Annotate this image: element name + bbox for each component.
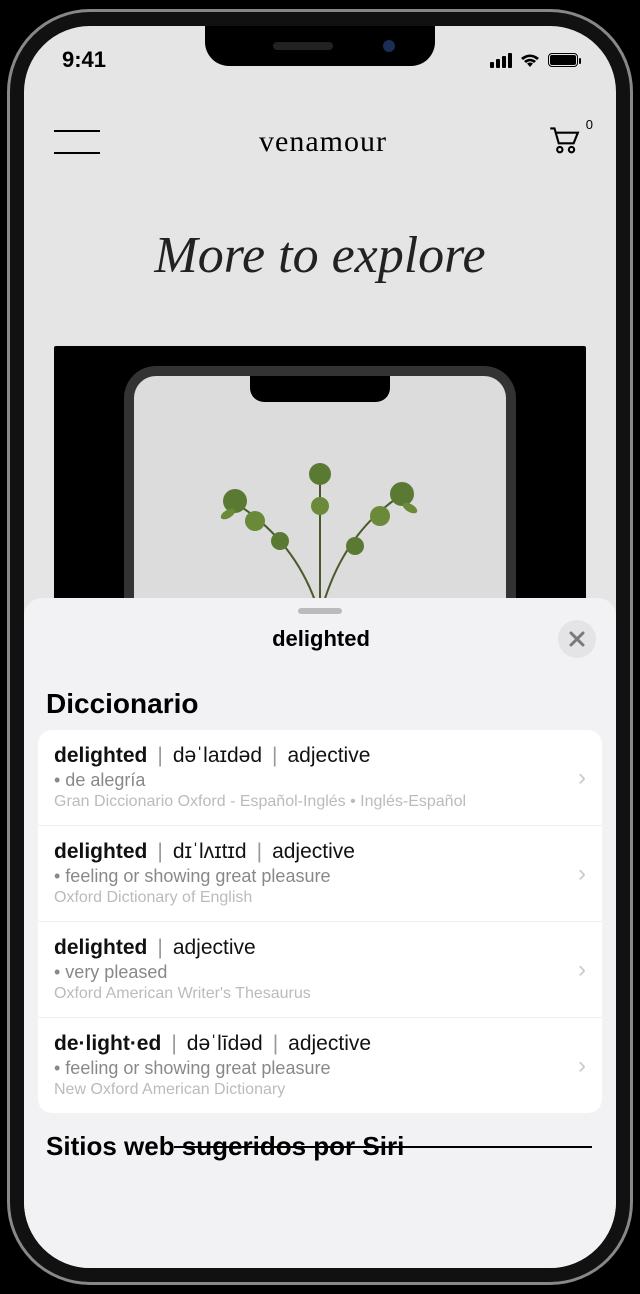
- entry-pos: adjective: [288, 744, 371, 768]
- entry-pos: adjective: [272, 840, 355, 864]
- dictionary-card: delighted|dəˈlaɪdəd|adjective• de alegrí…: [38, 730, 602, 1113]
- chevron-right-icon: ›: [578, 1052, 586, 1080]
- separator: |: [157, 936, 162, 960]
- entry-pronunciation: dəˈlaɪdəd: [173, 744, 262, 768]
- entry-source: Gran Diccionario Oxford - Español-Inglés…: [54, 793, 568, 811]
- entry-headline: delighted | adjective: [54, 936, 568, 960]
- cart-badge: 0: [586, 117, 593, 132]
- chevron-right-icon: ›: [578, 764, 586, 792]
- chevron-right-icon: ›: [578, 956, 586, 984]
- status-time: 9:41: [62, 47, 106, 73]
- entry-headline: delighted | dəˈlaɪdəd | adjective: [54, 744, 568, 768]
- entry-source: New Oxford American Dictionary: [54, 1081, 568, 1099]
- entry-pronunciation: dɪˈlʌɪtɪd: [173, 840, 247, 864]
- cellular-icon: [490, 53, 512, 68]
- dictionary-entry[interactable]: delighted | dəˈlaɪdəd | adjective• de alegrí…: [38, 730, 602, 826]
- cart-icon: [546, 122, 580, 156]
- chevron-right-icon: ›: [578, 860, 586, 888]
- close-button[interactable]: [558, 620, 596, 658]
- entry-word: delighted: [54, 840, 147, 864]
- inner-notch: [250, 376, 390, 402]
- cart-button[interactable]: 0: [546, 122, 586, 162]
- entry-word: de·light·ed: [54, 1032, 161, 1056]
- entry-source: Oxford Dictionary of English: [54, 889, 568, 907]
- separator: |: [257, 840, 262, 864]
- entry-definition: • very pleased: [54, 962, 568, 983]
- entry-word: delighted: [54, 936, 147, 960]
- siri-section-label: Sitios web sugeridos por Siri: [24, 1113, 616, 1162]
- dictionary-entry[interactable]: delighted | adjective• very pleased Oxford …: [38, 922, 602, 1018]
- speaker: [273, 42, 333, 50]
- entry-definition: • feeling or showing great pleasure: [54, 866, 568, 887]
- entry-pronunciation: dəˈlīdəd: [187, 1032, 263, 1056]
- sheet-grabber[interactable]: [298, 608, 342, 614]
- entry-source: Oxford American Writer's Thesaurus: [54, 985, 568, 1003]
- entry-headline: de·light·ed | dəˈlīdəd | adjective: [54, 1032, 568, 1056]
- entry-definition: • de alegría: [54, 770, 568, 791]
- dictionary-entry[interactable]: de·light·ed | dəˈlīdəd | adjective• feeling …: [38, 1018, 602, 1113]
- entry-pos: adjective: [288, 1032, 371, 1056]
- device-notch: [205, 26, 435, 66]
- hero-title: More to explore: [24, 226, 616, 285]
- device-frame: 9:41 venamour 0 More to explore: [10, 12, 630, 1282]
- brand-logo[interactable]: venamour: [259, 125, 387, 159]
- sheet-title: delighted: [84, 626, 558, 652]
- entry-pos: adjective: [173, 936, 256, 960]
- separator: |: [273, 1032, 278, 1056]
- menu-button[interactable]: [54, 130, 100, 154]
- entry-definition: • feeling or showing great pleasure: [54, 1058, 568, 1079]
- separator: |: [157, 744, 162, 768]
- lookup-sheet: delighted Diccionario delighted | dəˈlaɪdə…: [24, 598, 616, 1268]
- separator: |: [171, 1032, 176, 1056]
- entry-headline: delighted | dɪˈlʌɪtɪd | adjective: [54, 840, 568, 864]
- strikethrough: [174, 1146, 592, 1148]
- wifi-icon: [520, 53, 540, 68]
- battery-icon: [548, 53, 578, 67]
- app-header: venamour 0: [24, 104, 616, 180]
- sheet-header: delighted: [24, 620, 616, 670]
- entry-word: delighted: [54, 744, 147, 768]
- dictionary-section-label: Diccionario: [24, 670, 616, 730]
- separator: |: [272, 744, 277, 768]
- status-icons: [490, 53, 578, 68]
- dictionary-entry[interactable]: delighted | dɪˈlʌɪtɪd | adjective• feeling o…: [38, 826, 602, 922]
- close-icon: [568, 630, 586, 648]
- camera: [383, 40, 395, 52]
- separator: |: [157, 840, 162, 864]
